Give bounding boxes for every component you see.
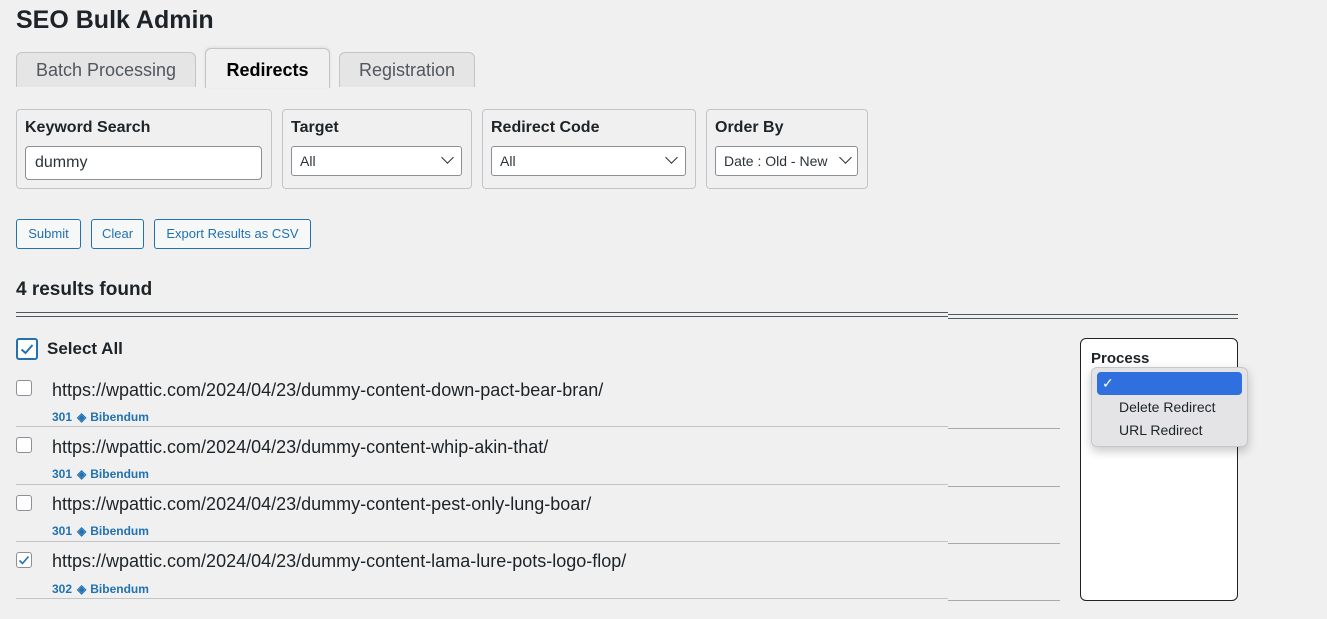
diamond-icon: ◈ (77, 524, 87, 538)
redirect-code-select[interactable]: All (491, 146, 686, 176)
clear-button[interactable]: Clear (91, 219, 144, 249)
redirect-code[interactable]: 301 (52, 467, 72, 481)
target-filter-box: Target All (282, 109, 472, 189)
page-title: SEO Bulk Admin (16, 6, 214, 34)
redirect-url[interactable]: https://wpattic.com/2024/04/23/dummy-con… (52, 494, 591, 515)
redirect-target[interactable]: Bibendum (90, 524, 149, 538)
row-checkbox[interactable] (16, 380, 32, 396)
redirect-target[interactable]: Bibendum (90, 582, 149, 596)
redirect-code-filter-box: Redirect Code All (482, 109, 696, 189)
redirect-url[interactable]: https://wpattic.com/2024/04/23/dummy-con… (52, 380, 603, 401)
target-select[interactable]: All (291, 146, 462, 176)
chevron-down-icon (839, 151, 852, 164)
checkmark-icon (20, 344, 34, 355)
redirect-target[interactable]: Bibendum (90, 467, 149, 481)
row-checkbox[interactable] (16, 495, 32, 511)
row-divider (16, 426, 948, 427)
select-all-checkbox[interactable] (16, 338, 38, 360)
checkmark-icon: ✓ (1102, 375, 1114, 391)
diamond-icon: ◈ (77, 410, 87, 424)
chevron-down-icon (665, 151, 678, 164)
process-option-blank[interactable]: ✓ (1097, 372, 1242, 395)
redirect-target[interactable]: Bibendum (90, 410, 149, 424)
tab-redirects[interactable]: Redirects (205, 48, 330, 88)
redirect-code[interactable]: 301 (52, 410, 72, 424)
results-divider (16, 312, 948, 317)
export-csv-button[interactable]: Export Results as CSV (154, 219, 311, 249)
row-checkbox[interactable] (16, 437, 32, 453)
checkmark-icon (18, 555, 30, 565)
redirect-meta: 301 ◈ Bibendum (52, 524, 149, 538)
process-option-delete-redirect[interactable]: Delete Redirect (1097, 396, 1242, 419)
row-divider (16, 598, 948, 599)
row-divider-right (948, 543, 1060, 544)
row-divider-right (948, 600, 1060, 601)
process-label: Process (1091, 350, 1150, 367)
order-by-select-value: Date : Old - New (724, 153, 828, 169)
row-divider-right (948, 486, 1060, 487)
select-all-label: Select All (47, 339, 123, 358)
diamond-icon: ◈ (77, 467, 87, 481)
process-option-url-redirect[interactable]: URL Redirect (1097, 419, 1242, 442)
results-divider-right (948, 314, 1238, 319)
redirect-meta: 302 ◈ Bibendum (52, 582, 149, 596)
redirect-url[interactable]: https://wpattic.com/2024/04/23/dummy-con… (52, 437, 548, 458)
tab-registration[interactable]: Registration (339, 52, 475, 87)
order-by-select[interactable]: Date : Old - New (715, 146, 858, 176)
tab-batch-processing[interactable]: Batch Processing (16, 52, 196, 87)
redirect-code[interactable]: 302 (52, 582, 72, 596)
redirect-code[interactable]: 301 (52, 524, 72, 538)
row-divider (16, 484, 948, 485)
chevron-down-icon (441, 151, 454, 164)
row-divider-right (948, 428, 1060, 429)
results-count: 4 results found (16, 279, 153, 300)
process-dropdown: ✓ Delete Redirect URL Redirect (1091, 367, 1248, 447)
keyword-search-label: Keyword Search (25, 119, 151, 136)
row-divider (16, 541, 948, 542)
target-select-value: All (300, 153, 316, 169)
keyword-search-input[interactable]: dummy (25, 146, 262, 180)
target-label: Target (291, 119, 339, 136)
order-by-label: Order By (715, 119, 784, 136)
submit-button[interactable]: Submit (16, 219, 81, 249)
row-checkbox[interactable] (16, 552, 32, 568)
diamond-icon: ◈ (77, 582, 87, 596)
redirect-url[interactable]: https://wpattic.com/2024/04/23/dummy-con… (52, 551, 626, 572)
keyword-search-box: Keyword Search dummy (16, 109, 272, 189)
redirect-meta: 301 ◈ Bibendum (52, 410, 149, 424)
order-by-filter-box: Order By Date : Old - New (706, 109, 868, 189)
redirect-meta: 301 ◈ Bibendum (52, 467, 149, 481)
redirect-code-select-value: All (500, 153, 516, 169)
redirect-code-label: Redirect Code (491, 119, 600, 136)
